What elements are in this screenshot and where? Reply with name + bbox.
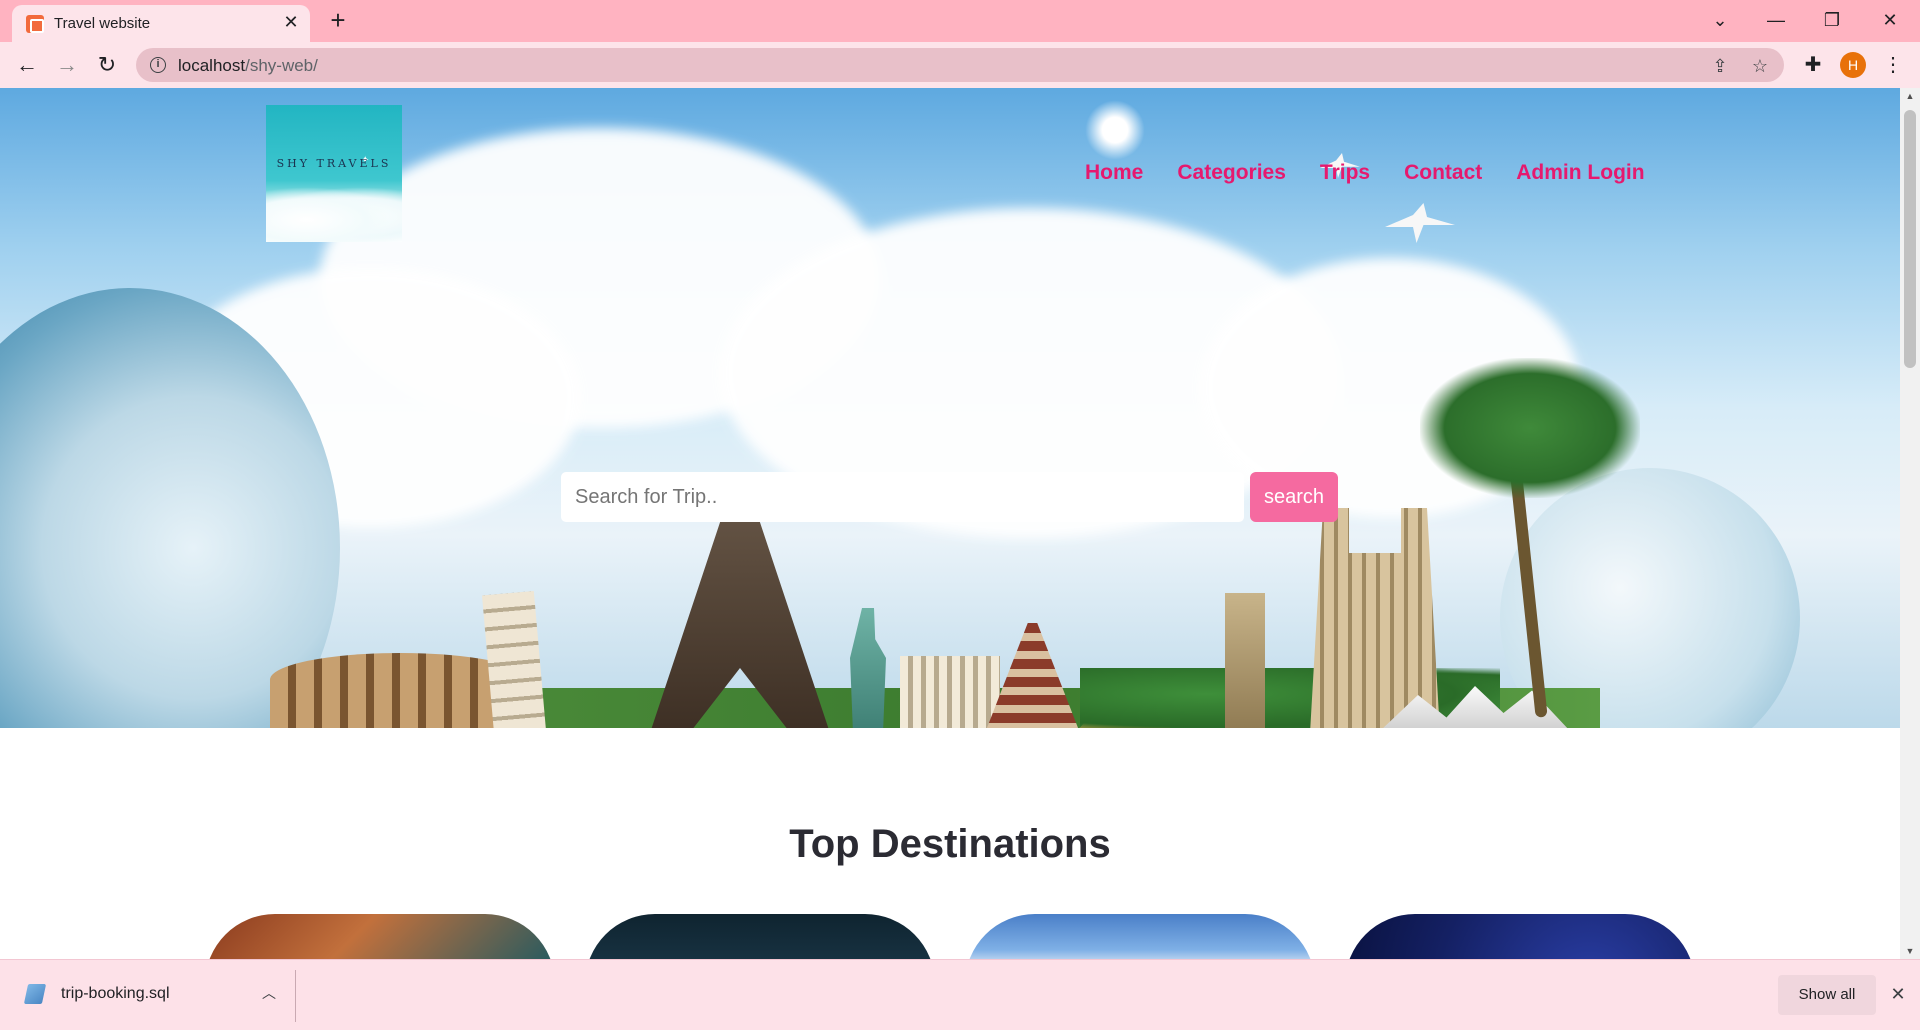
search-button[interactable]: search	[1250, 472, 1338, 522]
share-icon[interactable]: ⇪	[1708, 54, 1732, 78]
scroll-thumb[interactable]	[1904, 110, 1916, 368]
active-tab[interactable]: Travel website ✕	[12, 5, 310, 42]
back-button-icon[interactable]: ←	[12, 50, 42, 80]
new-tab-button[interactable]: +	[324, 6, 352, 34]
site-nav: Home Categories Trips Contact Admin Logi…	[1085, 161, 1645, 185]
section-title: Top Destinations	[789, 822, 1111, 866]
divider	[295, 970, 296, 1022]
logo-cloud	[266, 187, 402, 242]
bookmark-star-icon[interactable]: ☆	[1748, 54, 1772, 78]
url-text[interactable]: localhost/shy-web/	[178, 56, 318, 76]
restore-window-icon[interactable]: ❐	[1812, 4, 1852, 36]
nav-trips-link[interactable]: Trips	[1320, 161, 1370, 185]
nav-admin-login-link[interactable]: Admin Login	[1516, 161, 1644, 185]
sun-decoration	[1085, 100, 1145, 160]
close-download-bar-icon[interactable]: ✕	[1886, 982, 1910, 1006]
leaning-tower-image	[481, 591, 547, 728]
minimize-window-icon[interactable]: —	[1756, 4, 1796, 36]
browser-menu-icon[interactable]: ⋮	[1878, 50, 1908, 80]
nav-contact-link[interactable]: Contact	[1404, 161, 1482, 185]
nav-categories-link[interactable]: Categories	[1177, 161, 1286, 185]
url-path: /shy-web/	[245, 56, 318, 75]
address-bar[interactable]: i localhost/shy-web/ ⇪ ☆	[136, 48, 1784, 82]
favicon-icon	[26, 15, 44, 33]
nav-home-link[interactable]: Home	[1085, 161, 1143, 185]
show-all-button[interactable]: Show all	[1778, 975, 1876, 1015]
reload-button-icon[interactable]: ↻	[92, 50, 122, 80]
trip-search-input[interactable]	[561, 472, 1244, 522]
profile-avatar[interactable]: H	[1840, 52, 1866, 78]
seagull-image	[1385, 203, 1455, 243]
close-window-icon[interactable]: ✕	[1870, 4, 1910, 36]
destination-card[interactable]	[1345, 914, 1695, 959]
forward-button-icon[interactable]: →	[52, 50, 82, 80]
tab-search-chevron-icon[interactable]: ⌄	[1700, 4, 1740, 36]
browser-toolbar: ← → ↻ i localhost/shy-web/ ⇪ ☆ ✚ H ⋮	[0, 42, 1920, 88]
palm-leaves	[1420, 358, 1640, 498]
destination-card[interactable]	[205, 914, 555, 959]
page-scrollbar[interactable]: ▲ ▼	[1900, 88, 1920, 959]
download-bar: trip-booking.sql ︿ Show all ✕	[0, 959, 1920, 1030]
palm-tree-image	[1400, 338, 1640, 718]
big-ben-image	[1225, 593, 1265, 728]
url-host: localhost	[178, 56, 246, 75]
parthenon-image	[900, 656, 1000, 728]
tab-strip: Travel website ✕ + ⌄ — ❐ ✕	[0, 0, 1920, 42]
destination-card[interactable]	[585, 914, 935, 959]
scroll-down-arrow-icon[interactable]: ▼	[1900, 943, 1920, 959]
tab-title: Travel website	[54, 15, 151, 32]
logo-text: SHY TRAVELS	[276, 157, 392, 170]
chevron-up-icon[interactable]: ︿	[258, 982, 280, 1004]
site-info-icon[interactable]: i	[150, 57, 166, 73]
site-logo[interactable]: ✦ SHY TRAVELS	[266, 105, 402, 242]
file-icon	[23, 984, 47, 1004]
extensions-puzzle-icon[interactable]: ✚	[1798, 50, 1828, 80]
trip-search-form: search	[561, 472, 1338, 522]
download-file-name[interactable]: trip-booking.sql	[61, 985, 170, 1003]
destination-card[interactable]	[965, 914, 1315, 959]
page-viewport: ✦ SHY TRAVELS Home Categories Trips Cont…	[0, 88, 1900, 959]
scroll-up-arrow-icon[interactable]: ▲	[1900, 88, 1920, 104]
hero-banner: ✦ SHY TRAVELS Home Categories Trips Cont…	[0, 88, 1900, 728]
close-tab-icon[interactable]: ✕	[280, 11, 302, 33]
